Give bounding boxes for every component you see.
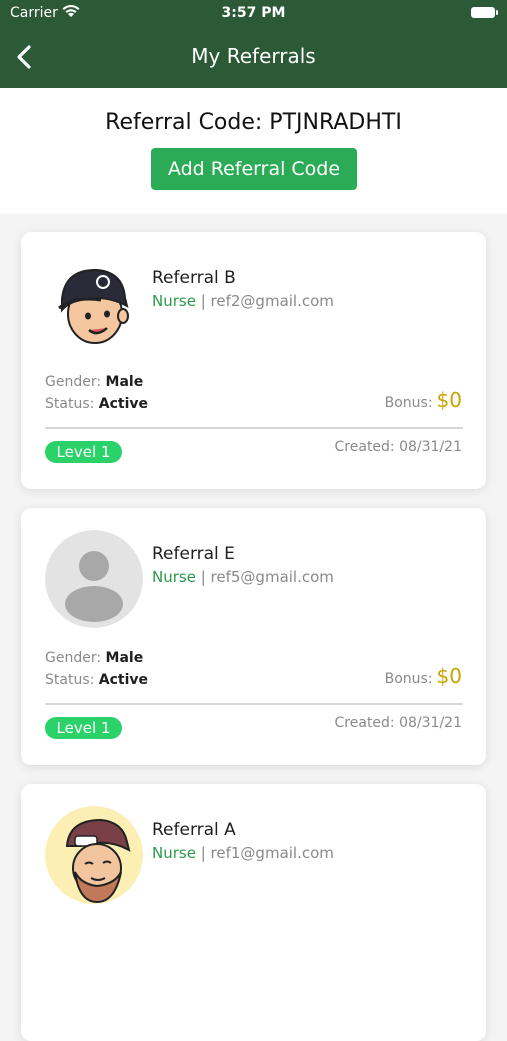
referral-code-label: Referral Code: PTJNRADHTI bbox=[105, 110, 402, 135]
referral-code-section: Referral Code: PTJNRADHTI Add Referral C… bbox=[0, 88, 507, 214]
gender-row: Gender: Male bbox=[45, 650, 143, 666]
referral-email: ref5@gmail.com bbox=[210, 568, 334, 586]
status-row: Status: Active bbox=[45, 396, 148, 412]
separator: | bbox=[195, 292, 211, 310]
app-header: Carrier 3:57 PM My Referrals bbox=[0, 0, 507, 88]
bonus-row: Bonus: $0 bbox=[385, 664, 462, 688]
referral-name: Referral A bbox=[152, 820, 236, 840]
gender-row: Gender: Male bbox=[45, 374, 143, 390]
referral-subline: Nurse | ref1@gmail.com bbox=[152, 844, 334, 862]
status-label: Status: bbox=[45, 672, 95, 688]
page-title: My Referrals bbox=[191, 44, 316, 68]
separator: | bbox=[195, 568, 211, 586]
divider bbox=[45, 703, 463, 705]
bonus-value: $0 bbox=[436, 388, 462, 412]
separator: | bbox=[195, 844, 211, 862]
referral-card[interactable]: Referral B Nurse | ref2@gmail.com Gender… bbox=[21, 232, 486, 489]
created-row: Created: 08/31/21 bbox=[335, 439, 462, 455]
referral-email: ref2@gmail.com bbox=[210, 292, 334, 310]
gender-label: Gender: bbox=[45, 650, 102, 666]
referral-card[interactable]: Referral E Nurse | ref5@gmail.com Gender… bbox=[21, 508, 486, 765]
referral-subline: Nurse | ref5@gmail.com bbox=[152, 568, 334, 586]
gender-value: Male bbox=[105, 650, 144, 666]
bonus-value: $0 bbox=[436, 664, 462, 688]
bonus-row: Bonus: $0 bbox=[385, 388, 462, 412]
clock: 3:57 PM bbox=[221, 5, 286, 21]
gender-label: Gender: bbox=[45, 374, 102, 390]
default-user-icon bbox=[45, 530, 143, 628]
status-label: Status: bbox=[45, 396, 95, 412]
referral-subline: Nurse | ref2@gmail.com bbox=[152, 292, 334, 310]
bonus-label: Bonus: bbox=[384, 395, 433, 411]
referral-role: Nurse bbox=[152, 292, 196, 310]
status-value: Active bbox=[98, 672, 149, 688]
created-row: Created: 08/31/21 bbox=[335, 715, 462, 731]
created-label: Created: bbox=[334, 715, 395, 731]
referral-role: Nurse bbox=[152, 568, 196, 586]
divider bbox=[45, 427, 463, 429]
battery-icon bbox=[471, 7, 498, 18]
add-referral-code-button[interactable]: Add Referral Code bbox=[151, 148, 357, 190]
status-bar: Carrier 3:57 PM bbox=[0, 0, 507, 30]
status-value: Active bbox=[98, 396, 149, 412]
referral-name: Referral E bbox=[152, 544, 235, 564]
created-date: 08/31/21 bbox=[399, 439, 462, 455]
referral-name: Referral B bbox=[152, 268, 236, 288]
level-badge: Level 1 bbox=[45, 441, 122, 463]
nav-bar: My Referrals bbox=[0, 30, 507, 88]
gender-value: Male bbox=[105, 374, 144, 390]
referral-card[interactable]: Referral A Nurse | ref1@gmail.com bbox=[21, 784, 486, 1041]
bonus-label: Bonus: bbox=[384, 671, 433, 687]
level-badge: Level 1 bbox=[45, 717, 122, 739]
created-label: Created: bbox=[334, 439, 395, 455]
referral-role: Nurse bbox=[152, 844, 196, 862]
cartoon-bearded-man-icon bbox=[45, 806, 143, 904]
created-date: 08/31/21 bbox=[399, 715, 462, 731]
referral-email: ref1@gmail.com bbox=[210, 844, 334, 862]
cartoon-man-cap-icon bbox=[45, 254, 143, 352]
status-row: Status: Active bbox=[45, 672, 148, 688]
